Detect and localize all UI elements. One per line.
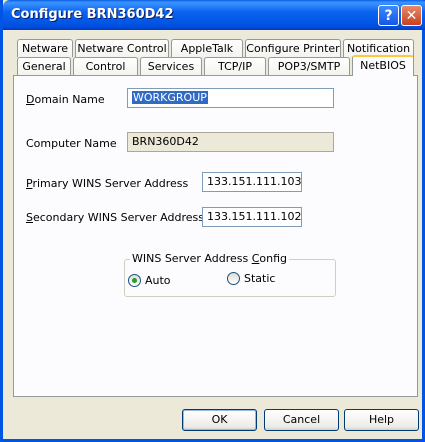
radio-auto[interactable] [128,274,141,287]
cancel-button[interactable]: Cancel [264,409,339,431]
tab-control[interactable]: Control [73,57,138,75]
tab-appletalk[interactable]: AppleTalk [171,39,243,57]
computer-name-field: BRN360D42 [127,132,334,152]
title-help-button[interactable]: ? [378,5,399,26]
radio-auto-label[interactable]: Auto [145,274,171,287]
tab-services[interactable]: Services [140,57,202,75]
primary-wins-label: Primary WINS Server Address [26,177,189,190]
tab-netware-control[interactable]: Netware Control [75,39,169,57]
radio-static-label[interactable]: Static [244,272,275,285]
tab-netware[interactable]: Netware [17,39,73,57]
close-icon: ✕ [405,7,418,24]
tab-netbios[interactable]: NetBIOS [352,55,414,76]
radio-selected-dot [132,278,137,283]
title-bar[interactable]: Configure BRN360D42 ? ✕ [3,0,425,30]
tab-tcpip[interactable]: TCP/IP [204,57,266,75]
configure-dialog: Configure BRN360D42 ? ✕ Netware Netware … [0,0,425,442]
domain-name-input[interactable]: WORKGROUP [127,88,334,108]
window-title: Configure BRN360D42 [11,7,174,22]
netbios-panel: Domain Name WORKGROUP Computer Name BRN3… [13,75,418,397]
tab-general[interactable]: General [17,57,71,75]
help-button[interactable]: Help [344,409,419,431]
wins-config-title: WINS Server Address Config [130,252,290,265]
tab-row-2: General Control Services TCP/IP POP3/SMT… [13,55,418,76]
computer-name-label: Computer Name [26,137,117,150]
primary-wins-input[interactable]: 133.151.111.103 [202,172,302,192]
domain-name-label: Domain Name [26,93,105,106]
ok-button[interactable]: OK [182,409,257,431]
close-button[interactable]: ✕ [401,5,422,26]
radio-static[interactable] [227,272,240,285]
secondary-wins-input[interactable]: 133.151.111.102 [202,207,302,227]
tab-configure-printer[interactable]: Configure Printer [245,39,341,57]
question-mark-icon: ? [384,7,393,24]
tab-pop3-smtp[interactable]: POP3/SMTP [268,57,350,75]
secondary-wins-label: Secondary WINS Server Address [26,211,204,224]
